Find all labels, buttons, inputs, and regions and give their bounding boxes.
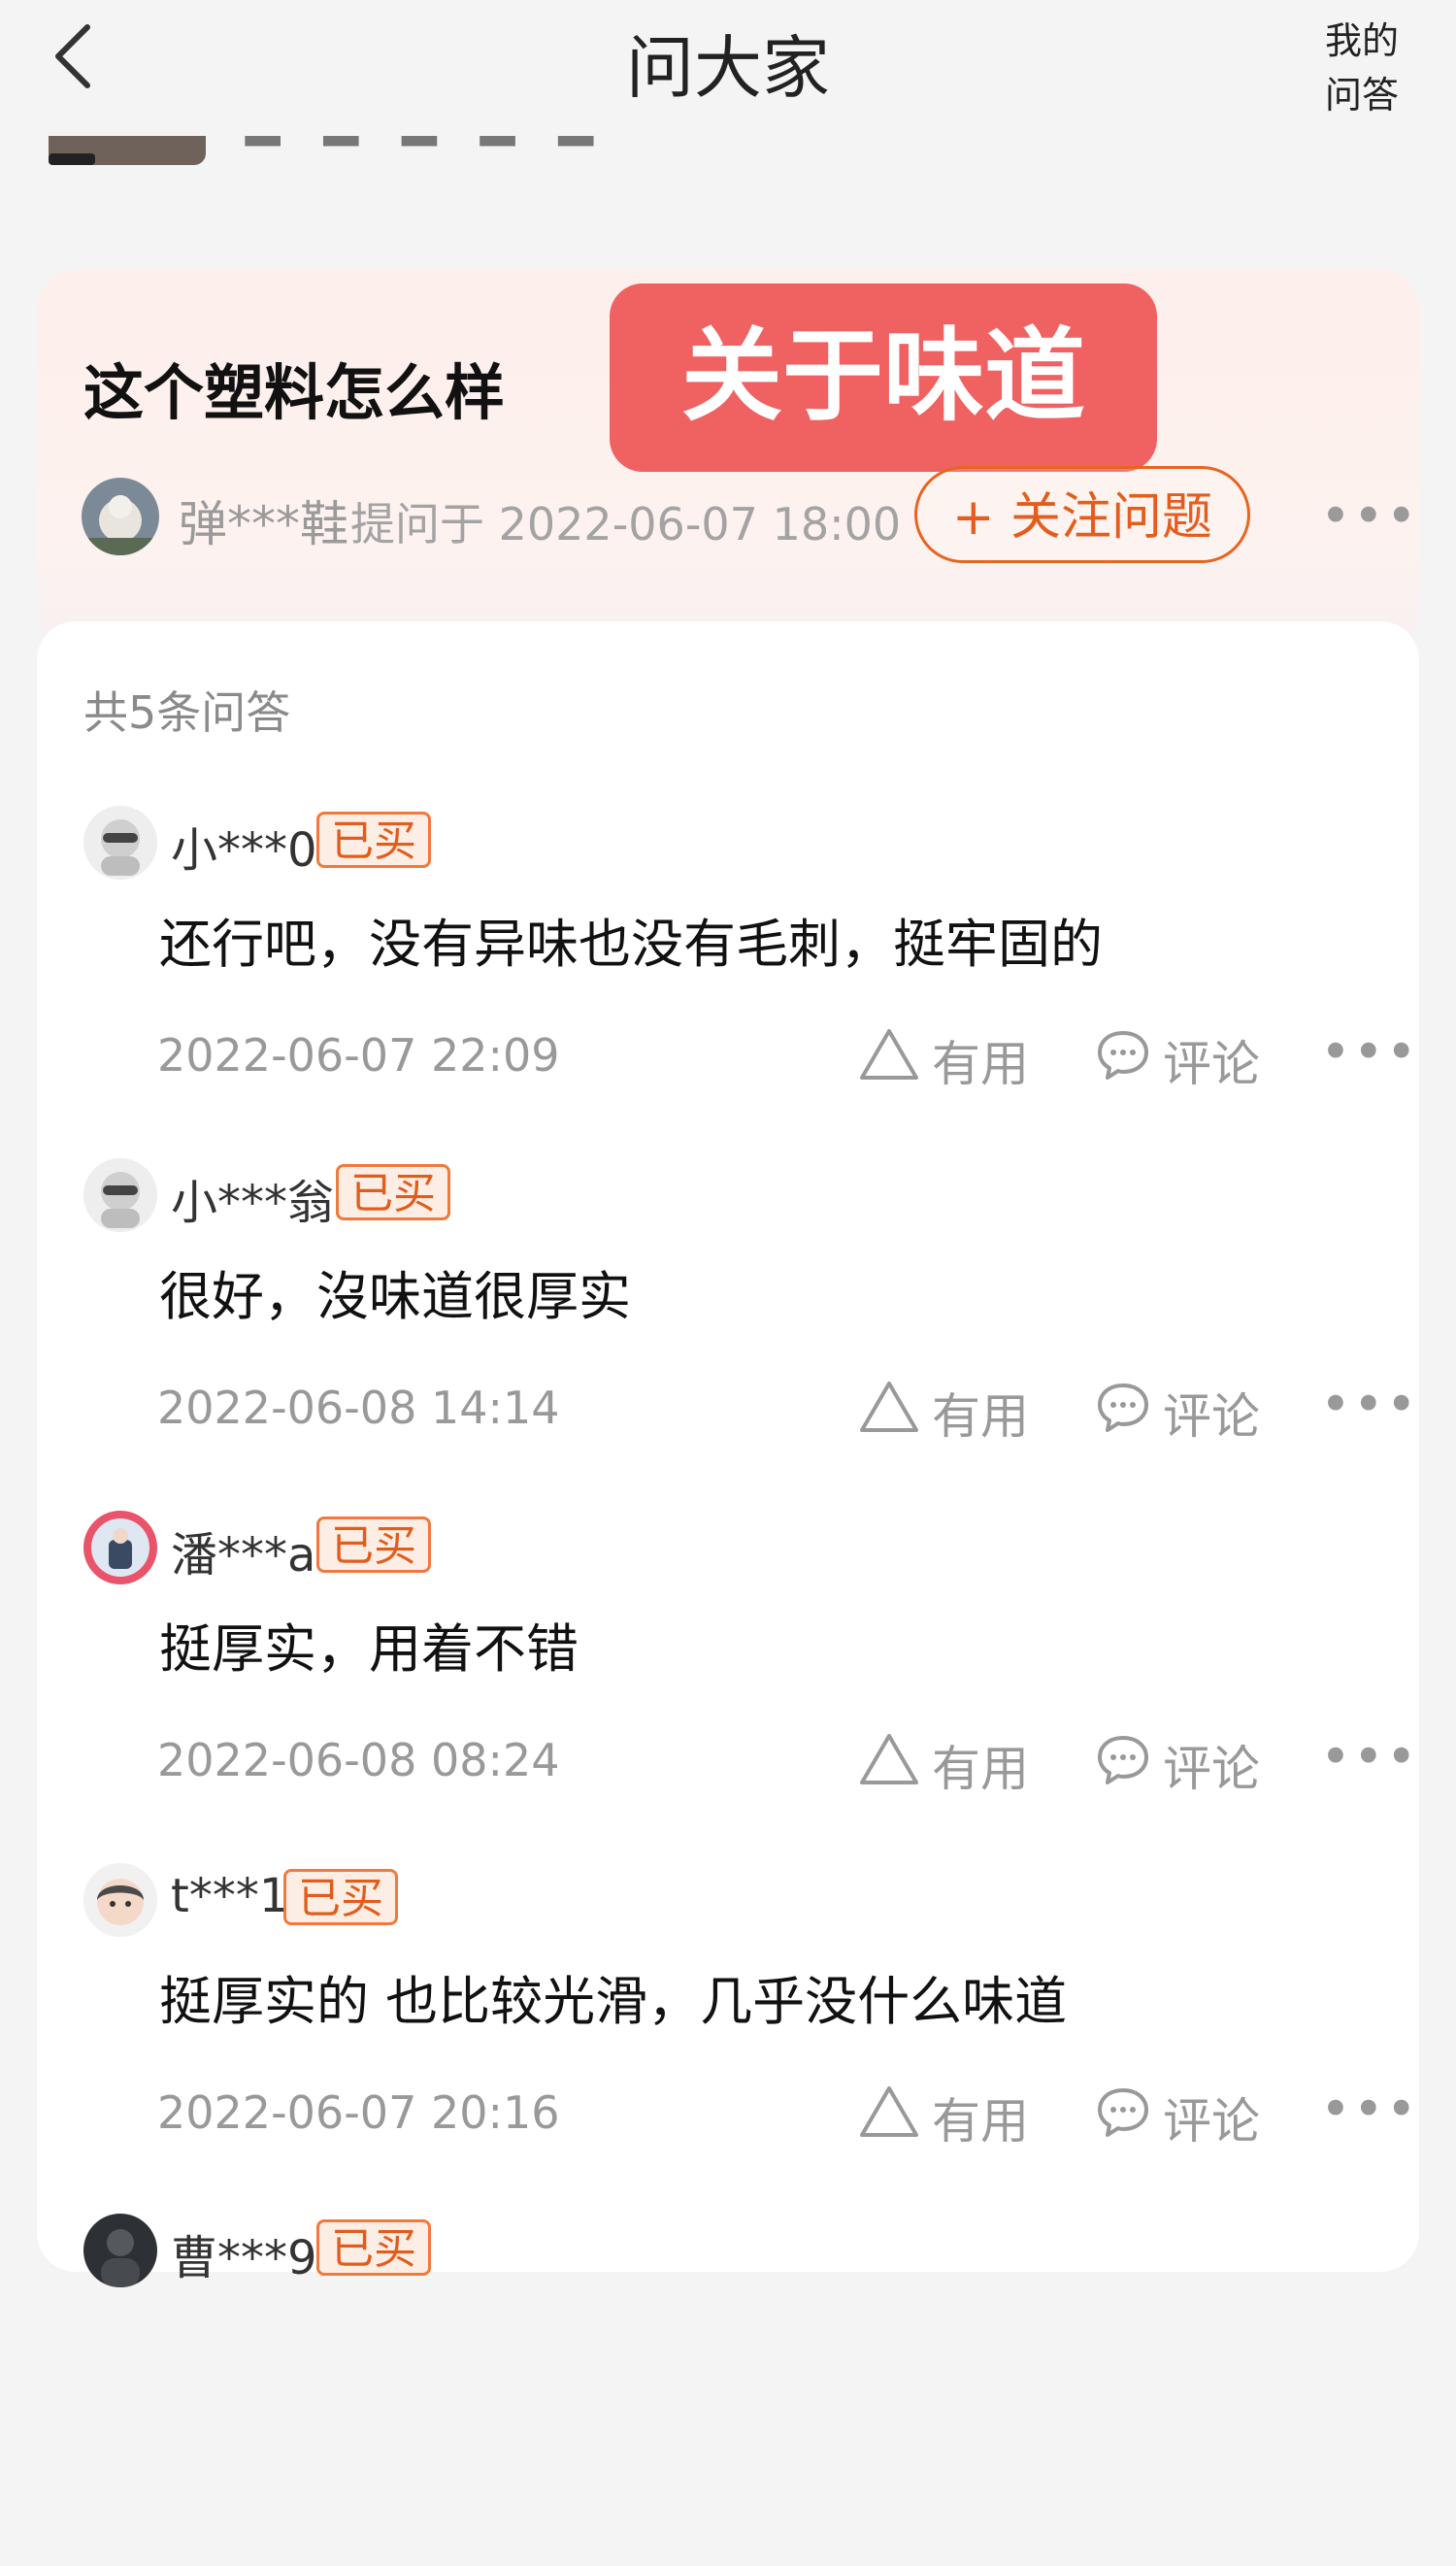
question-title: 这个塑料怎么样 bbox=[83, 357, 506, 428]
purchased-badge: 已买 bbox=[316, 1516, 431, 1573]
product-strip-text: ▬ ▬ ▬ ▬ ▬ bbox=[241, 136, 608, 161]
answer-text: 很好，沒味道很厚实 bbox=[159, 1266, 631, 1327]
useful-label: 有用 bbox=[932, 1741, 1029, 1797]
answer-username: 潘***a bbox=[171, 1528, 316, 1583]
purchased-badge: 已买 bbox=[283, 1869, 398, 1925]
triangle-up-icon bbox=[860, 1029, 918, 1080]
comment-bubble-icon bbox=[1098, 1736, 1148, 1784]
topic-tag: 关于味道 bbox=[610, 283, 1157, 472]
answer-item: 小***翁 已买 很好，沒味道很厚实 2022-06-08 14:14 有用 评… bbox=[37, 1158, 1419, 1511]
answer-username: 小***翁 bbox=[171, 1176, 335, 1230]
asked-timestamp: 提问于 2022-06-07 18:00 bbox=[350, 498, 902, 550]
answer-timestamp: 2022-06-07 20:16 bbox=[157, 2086, 560, 2139]
comment-label: 评论 bbox=[1163, 1741, 1260, 1797]
user-avatar[interactable] bbox=[83, 2214, 157, 2287]
answers-card: 共5条问答 小***0 已买 还行吧，没有异味也没有毛刺，挺牢固的 2022-0… bbox=[37, 621, 1419, 2287]
triangle-up-icon bbox=[860, 2086, 918, 2137]
comment-bubble-icon bbox=[1098, 1031, 1148, 1080]
purchased-badge: 已买 bbox=[336, 1164, 450, 1220]
purchased-badge: 已买 bbox=[316, 2219, 431, 2276]
my-qa-link[interactable]: 我的 问答 bbox=[1318, 14, 1406, 122]
triangle-up-icon bbox=[860, 1734, 918, 1784]
my-qa-line2: 问答 bbox=[1324, 74, 1399, 117]
user-avatar[interactable] bbox=[83, 1511, 157, 1584]
answer-item: t***1 已买 挺厚实的 也比较光滑，几乎没什么味道 2022-06-07 2… bbox=[37, 1863, 1419, 2216]
answer-timestamp: 2022-06-08 08:24 bbox=[157, 1734, 560, 1786]
comment-label: 评论 bbox=[1163, 2093, 1260, 2149]
user-avatar[interactable] bbox=[83, 1863, 157, 1937]
asker-avatar[interactable] bbox=[82, 478, 159, 555]
product-strip: ▬ ▬ ▬ ▬ ▬ bbox=[0, 136, 1456, 214]
answer-username: 曹***9 bbox=[171, 2231, 317, 2285]
answer-text: 挺厚实，用着不错 bbox=[159, 1618, 579, 1680]
comment-label: 评论 bbox=[1163, 1036, 1260, 1092]
answer-item: 小***0 已买 还行吧，没有异味也没有毛刺，挺牢固的 2022-06-07 2… bbox=[37, 806, 1419, 1158]
useful-label: 有用 bbox=[932, 1036, 1029, 1092]
answer-timestamp: 2022-06-07 22:09 bbox=[157, 1029, 560, 1082]
answer-item: 潘***a 已买 挺厚实，用着不错 2022-06-08 08:24 有用 评论… bbox=[37, 1511, 1419, 1863]
answer-more-icon[interactable]: ••• bbox=[1320, 1021, 1419, 1083]
answer-more-icon[interactable]: ••• bbox=[1320, 1726, 1419, 1787]
answer-text: 挺厚实的 也比较光滑，几乎没什么味道 bbox=[159, 1971, 1068, 2032]
page-title: 问大家 bbox=[626, 28, 830, 108]
product-thumbnail-detail bbox=[49, 153, 95, 165]
user-avatar[interactable] bbox=[83, 1158, 157, 1232]
my-qa-line1: 我的 bbox=[1324, 19, 1399, 62]
question-more-icon[interactable]: ••• bbox=[1320, 485, 1419, 547]
comment-label: 评论 bbox=[1163, 1388, 1260, 1445]
useful-label: 有用 bbox=[932, 1388, 1029, 1445]
follow-question-button[interactable]: + 关注问题 bbox=[914, 466, 1250, 563]
answer-username: 小***0 bbox=[171, 823, 317, 878]
answer-username: t***1 bbox=[171, 1869, 289, 1923]
useful-label: 有用 bbox=[932, 2093, 1029, 2149]
triangle-up-icon bbox=[860, 1382, 918, 1432]
answer-item: 曹***9 已买 bbox=[37, 2214, 1419, 2566]
answer-more-icon[interactable]: ••• bbox=[1320, 2079, 1419, 2140]
answer-count: 共5条问答 bbox=[83, 686, 291, 739]
question-card: 这个塑料怎么样 关于味道 弹***鞋 提问于 2022-06-07 18:00 … bbox=[37, 270, 1419, 649]
answer-text: 还行吧，没有异味也没有毛刺，挺牢固的 bbox=[159, 914, 1103, 975]
answer-timestamp: 2022-06-08 14:14 bbox=[157, 1382, 560, 1434]
comment-bubble-icon bbox=[1098, 2088, 1148, 2137]
asker-name: 弹***鞋 bbox=[179, 496, 348, 552]
user-avatar[interactable] bbox=[83, 806, 157, 880]
purchased-badge: 已买 bbox=[316, 812, 431, 868]
answer-more-icon[interactable]: ••• bbox=[1320, 1374, 1419, 1435]
top-bar: 问大家 我的 问答 bbox=[0, 0, 1456, 136]
comment-bubble-icon bbox=[1098, 1383, 1148, 1432]
